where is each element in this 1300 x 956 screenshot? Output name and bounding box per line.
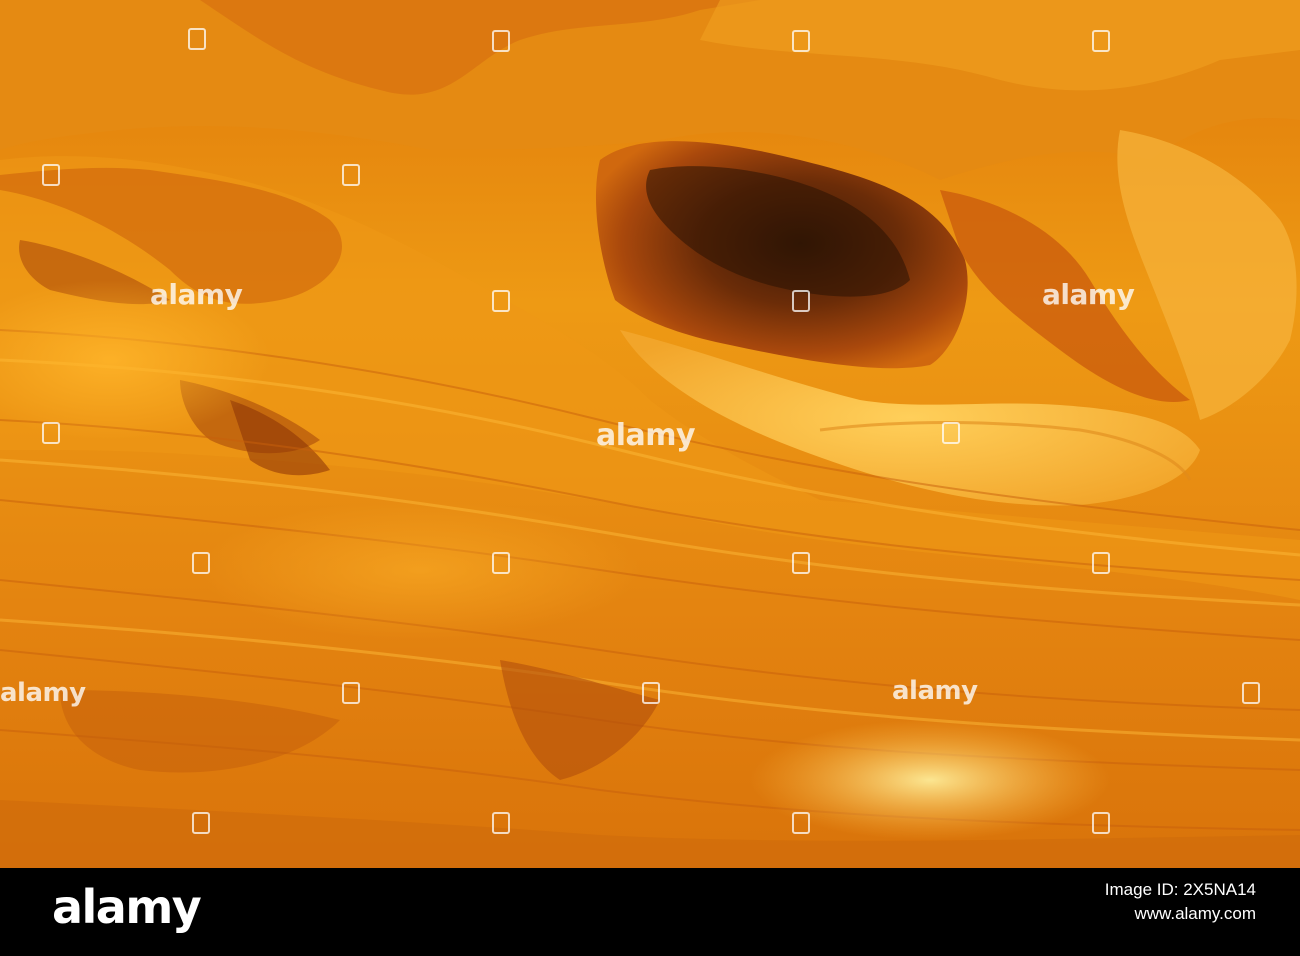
- stock-photo-page: alamy alamy alamy alamy alamy alamy Imag…: [0, 0, 1300, 956]
- site-url[interactable]: www.alamy.com: [1105, 902, 1256, 926]
- image-id-block: Image ID: 2X5NA14 www.alamy.com: [1105, 878, 1256, 926]
- sandstone-cave-photo: alamy alamy alamy alamy alamy: [0, 0, 1300, 868]
- image-id-label: Image ID: 2X5NA14: [1104, 880, 1256, 899]
- alamy-logo[interactable]: alamy: [52, 884, 202, 930]
- sandstone-rock-illustration: [0, 0, 1300, 868]
